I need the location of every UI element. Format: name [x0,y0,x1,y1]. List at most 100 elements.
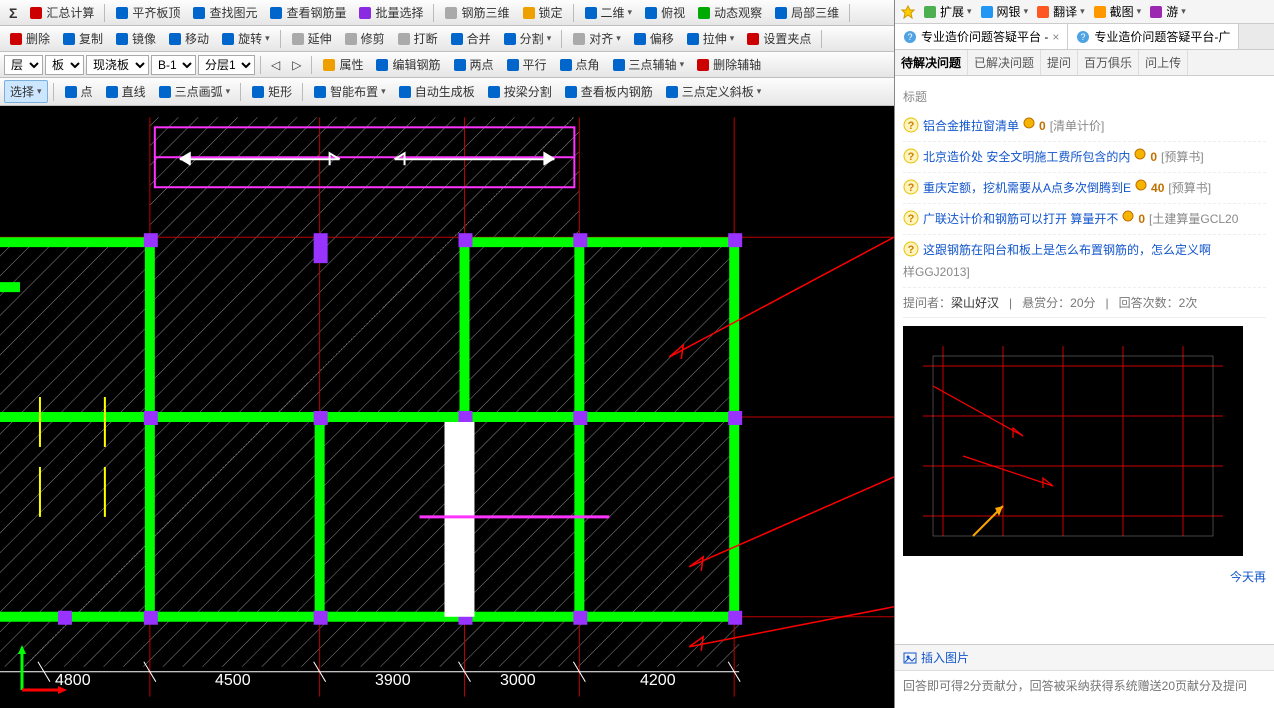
close-icon[interactable]: × [1052,30,1059,44]
nav-prev[interactable]: ◁ [266,56,285,74]
axis-gizmo [12,640,72,700]
browser-tab-1[interactable]: ? 专业造价问题答疑平台-广 [1068,24,1239,49]
tb3-btn-1[interactable]: 编辑钢筋 [370,54,445,75]
reply-textarea[interactable] [895,671,1274,705]
coin-count: 0 [1138,210,1145,228]
question-link[interactable]: 广联达计价和钢筋可以打开 算量开不 [923,210,1118,228]
sub-tabs: 待解决问题已解决问题提问百万俱乐问上传 [895,50,1274,76]
tb2-btn-9[interactable]: 分割▾ [498,28,557,49]
svg-text:?: ? [908,120,915,132]
answers-label: 回答次数： [1119,296,1179,310]
ddl-4[interactable]: 分层1 [198,55,255,75]
bbar-1[interactable]: 网银 ▾ [980,3,1029,20]
tb1-btn-6[interactable]: 锁定 [517,2,568,23]
tb1-btn-0[interactable]: 汇总计算 [24,2,99,23]
bounty-value: 20分 [1070,296,1095,310]
coin-icon [1135,179,1147,191]
tb3-btn-2[interactable]: 两点 [448,54,499,75]
bbar-3[interactable]: 截图 ▾ [1093,3,1142,20]
tb3-btn-5[interactable]: 三点辅轴▾ [607,54,690,75]
tb1-btn-10[interactable]: 局部三维 [769,2,844,23]
tb2-btn-8[interactable]: 合并 [445,28,496,49]
cad-canvas[interactable]: 4800 4500 3900 3000 4200 [0,106,894,708]
tb4-btn-5[interactable]: 自动生成板 [393,81,480,102]
svg-text:?: ? [908,151,915,163]
tb2-btn-12[interactable]: 拉伸▾ [681,28,740,49]
tb4-btn-1[interactable]: 直线 [100,81,151,102]
bbar-4[interactable]: 游 ▾ [1149,3,1186,20]
tb2-btn-2[interactable]: 镜像 [110,28,161,49]
cad-app: Σ汇总计算平齐板顶查找图元查看钢筋量批量选择钢筋三维锁定二维▾俯视动态观察局部三… [0,0,895,708]
subtab-1[interactable]: 已解决问题 [968,50,1041,75]
tb2-btn-0[interactable]: 删除 [4,28,55,49]
tb4-btn-4[interactable]: 智能布置▾ [308,81,391,102]
tb4-btn-0[interactable]: 点 [59,81,98,102]
tb4-btn-6[interactable]: 按梁分割 [482,81,557,102]
tb2-btn-1[interactable]: 复制 [57,28,108,49]
question-icon: ? [903,117,919,133]
tb4-btn-2[interactable]: 三点画弧▾ [153,81,236,102]
subtab-4[interactable]: 问上传 [1139,50,1188,75]
svg-text:?: ? [1081,32,1086,42]
question-link[interactable]: 北京造价处 安全文明施工费所包含的内 [923,148,1130,166]
tb3-btn-6[interactable]: 删除辅轴 [691,54,766,75]
tb1-btn-4[interactable]: 批量选择 [353,2,428,23]
question-link[interactable]: 重庆定额，挖机需要从A点多次倒腾到E [923,179,1131,197]
tb3-btn-3[interactable]: 平行 [501,54,552,75]
tb1-btn-1[interactable]: 平齐板顶 [110,2,185,23]
tb2-btn-4[interactable]: 旋转▾ [216,28,275,49]
toolbar-row-4: 选择 ▾ 点直线三点画弧▾ 矩形智能布置▾自动生成板按梁分割查看板内钢筋三点定义斜板… [0,78,894,106]
cad-drawing [0,106,894,708]
question-icon: ? [903,148,919,164]
tb2-btn-6[interactable]: 修剪 [339,28,390,49]
tb2-btn-10[interactable]: 对齐▾ [567,28,626,49]
tb1-btn-5[interactable]: 钢筋三维 [439,2,514,23]
tb3-btn-0[interactable]: 属性 [317,54,368,75]
question-link[interactable]: 这跟钢筋在阳台和板上是怎么布置钢筋的，怎么定义啊 [923,241,1211,259]
tb1-btn-3[interactable]: 查看钢筋量 [264,2,351,23]
dim-4: 4200 [640,672,676,690]
select-button[interactable]: 选择 ▾ [4,80,48,103]
coin-icon [1122,210,1134,222]
dim-1: 4500 [215,672,251,690]
ddl-1[interactable]: 板 [45,55,84,75]
question-tag: 样GGJ2013] [903,263,970,281]
bounty-label: 悬赏分： [1022,296,1070,310]
tb1-btn-9[interactable]: 动态观察 [692,2,767,23]
tb4-btn-8[interactable]: 三点定义斜板▾ [660,81,767,102]
tb1-btn-7[interactable]: 二维▾ [579,2,638,23]
tb2-btn-5[interactable]: 延伸 [286,28,337,49]
coin-icon [1023,117,1035,129]
attached-image[interactable] [903,326,1243,556]
subtab-0[interactable]: 待解决问题 [895,50,968,75]
bbar-0[interactable]: 扩展 ▾ [923,3,972,20]
browser-toolbar: 扩展 ▾ 网银 ▾ 翻译 ▾ 截图 ▾ 游 ▾ [895,0,1274,24]
tb2-btn-3[interactable]: 移动 [163,28,214,49]
subtab-3[interactable]: 百万俱乐 [1078,50,1139,75]
tb2-btn-7[interactable]: 打断 [392,28,443,49]
tb3-btn-4[interactable]: 点角 [554,54,605,75]
question-item-1: ? 北京造价处 安全文明施工费所包含的内 0 [预算书] [903,142,1266,173]
bbar-2[interactable]: 翻译 ▾ [1036,3,1085,20]
tb4-btn-3[interactable]: 矩形 [246,81,297,102]
toolbar-row-1: Σ汇总计算平齐板顶查找图元查看钢筋量批量选择钢筋三维锁定二维▾俯视动态观察局部三… [0,0,894,26]
insert-image-button[interactable]: 插入图片 [903,649,969,666]
ddl-2[interactable]: 现浇板 [86,55,149,75]
tb1-btn-8[interactable]: 俯视 [639,2,690,23]
sigma-icon[interactable]: Σ [4,3,22,23]
section-title: 标题 [903,82,1266,111]
bookmark-icon[interactable] [901,5,915,19]
tb1-btn-2[interactable]: 查找图元 [187,2,262,23]
tb2-btn-13[interactable]: 设置夹点 [741,28,816,49]
question-link[interactable]: 铝合金推拉窗清单 [923,117,1019,135]
ddl-0[interactable]: 层 [4,55,43,75]
question-meta: 提问者：梁山好汉 | 悬赏分：20分 | 回答次数：2次 [903,288,1266,318]
today-link[interactable]: 今天再 [903,564,1266,589]
browser-tab-0[interactable]: ? 专业造价问题答疑平台 -× [895,24,1068,49]
tb2-btn-11[interactable]: 偏移 [628,28,679,49]
subtab-2[interactable]: 提问 [1041,50,1078,75]
ddl-3[interactable]: B-1 [151,55,196,75]
nav-next[interactable]: ▷ [287,56,306,74]
question-tag: [土建算量GCL20 [1149,210,1238,228]
tb4-btn-7[interactable]: 查看板内钢筋 [559,81,658,102]
